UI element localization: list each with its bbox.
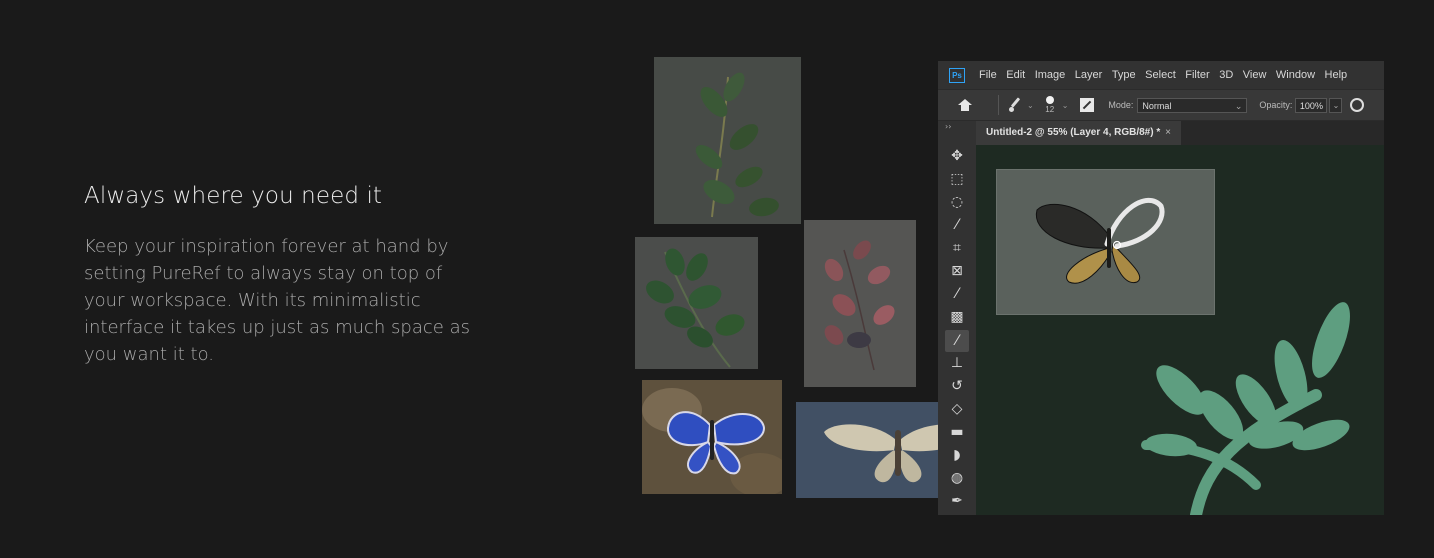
document-tab[interactable]: Untitled-2 @ 55% (Layer 4, RGB/8#) * × [976, 121, 1181, 145]
gradient-icon[interactable]: ▬ [948, 423, 966, 441]
menu-file[interactable]: File [979, 69, 997, 81]
chevron-down-icon[interactable]: ⌄ [1027, 101, 1034, 110]
document-tab-title: Untitled-2 @ 55% (Layer 4, RGB/8#) * [986, 127, 1161, 138]
eraser-icon[interactable]: ◇ [948, 400, 966, 418]
blue-butterfly-reference-image[interactable] [642, 380, 782, 494]
berries-reference-image[interactable] [804, 220, 916, 387]
mode-label: Mode: [1108, 100, 1134, 110]
blur-icon[interactable]: ◗ [948, 446, 966, 464]
home-icon[interactable] [958, 99, 972, 111]
options-divider [998, 95, 999, 115]
opacity-label: Opacity: [1259, 100, 1293, 110]
opacity-input[interactable]: 100% [1295, 97, 1328, 113]
feature-headline: Always where you need it [84, 183, 383, 209]
mode-value: Normal [1142, 100, 1172, 111]
brush-icon[interactable]: ⁄ [945, 330, 969, 352]
magic-wand-icon[interactable]: ⁄ [948, 216, 966, 234]
lasso-icon[interactable]: ◌ [948, 193, 966, 211]
menu-image[interactable]: Image [1035, 69, 1066, 81]
brush-size-picker[interactable]: 12 [1042, 96, 1058, 114]
feature-copy: Always where you need it Keep your inspi… [84, 183, 474, 368]
brush-preset-icon[interactable] [1007, 97, 1023, 113]
dodge-icon[interactable]: ◍ [948, 469, 966, 487]
photoshop-window: Ps File Edit Image Layer Type Select Fil… [938, 61, 1384, 515]
menu-help[interactable]: Help [1325, 69, 1348, 81]
menu-edit[interactable]: Edit [1006, 69, 1025, 81]
frame-icon[interactable]: ⊠ [948, 262, 966, 280]
leaves-reference-image[interactable] [654, 57, 801, 224]
menu-layer[interactable]: Layer [1075, 69, 1103, 81]
opacity-dropdown-button[interactable]: ⌄ [1329, 97, 1343, 113]
menu-filter[interactable]: Filter [1185, 69, 1209, 81]
stamp-icon[interactable]: ⊥ [948, 354, 966, 372]
crop-icon[interactable]: ⌗ [948, 239, 966, 257]
history-brush-icon[interactable]: ↺ [948, 377, 966, 395]
move-icon[interactable]: ✥ [948, 147, 966, 165]
ps-menubar: Ps File Edit Image Layer Type Select Fil… [938, 61, 1384, 89]
menu-3d[interactable]: 3D [1219, 69, 1233, 81]
pen-icon[interactable]: ✒ [948, 492, 966, 510]
close-icon[interactable]: × [1165, 121, 1171, 145]
marquee-icon[interactable]: ⬚ [948, 170, 966, 188]
ps-canvas[interactable] [976, 145, 1384, 515]
feature-description: Keep your inspiration forever at hand by… [84, 236, 470, 365]
mode-select[interactable]: Normal ⌄ [1137, 97, 1248, 113]
photoshop-logo: Ps [949, 67, 965, 83]
chevron-down-icon: ⌄ [1234, 100, 1243, 111]
eyedropper-icon[interactable]: ⁄ [948, 285, 966, 303]
healing-brush-icon[interactable]: ▩ [948, 308, 966, 326]
ps-options-bar: ⌄ 12 ⌄ Mode: Normal ⌄ Opacity: 100% ⌄ [938, 90, 1384, 120]
chevron-down-icon[interactable]: ⌄ [1062, 101, 1069, 110]
pressure-opacity-icon[interactable] [1350, 98, 1365, 112]
ps-toolbar: ›› ✥ ⬚ ◌ ⁄ ⌗ ⊠ ⁄ ▩ ⁄ ⊥ ↺ ◇ ▬ ◗ ◍ ✒ [938, 121, 976, 515]
menu-select[interactable]: Select [1145, 69, 1176, 81]
ps-document-tabs: Untitled-2 @ 55% (Layer 4, RGB/8#) * × [976, 121, 1384, 145]
canvas-leaf-brushstrokes [1141, 302, 1350, 515]
menu-window[interactable]: Window [1276, 69, 1315, 81]
leaf-branch-reference-image[interactable] [635, 237, 758, 369]
brush-panel-icon[interactable] [1080, 98, 1095, 112]
collapse-icon[interactable]: ›› [945, 122, 951, 131]
brush-tip-icon [1045, 96, 1054, 104]
menu-type[interactable]: Type [1112, 69, 1136, 81]
menu-view[interactable]: View [1243, 69, 1267, 81]
brush-size-value: 12 [1045, 105, 1055, 114]
